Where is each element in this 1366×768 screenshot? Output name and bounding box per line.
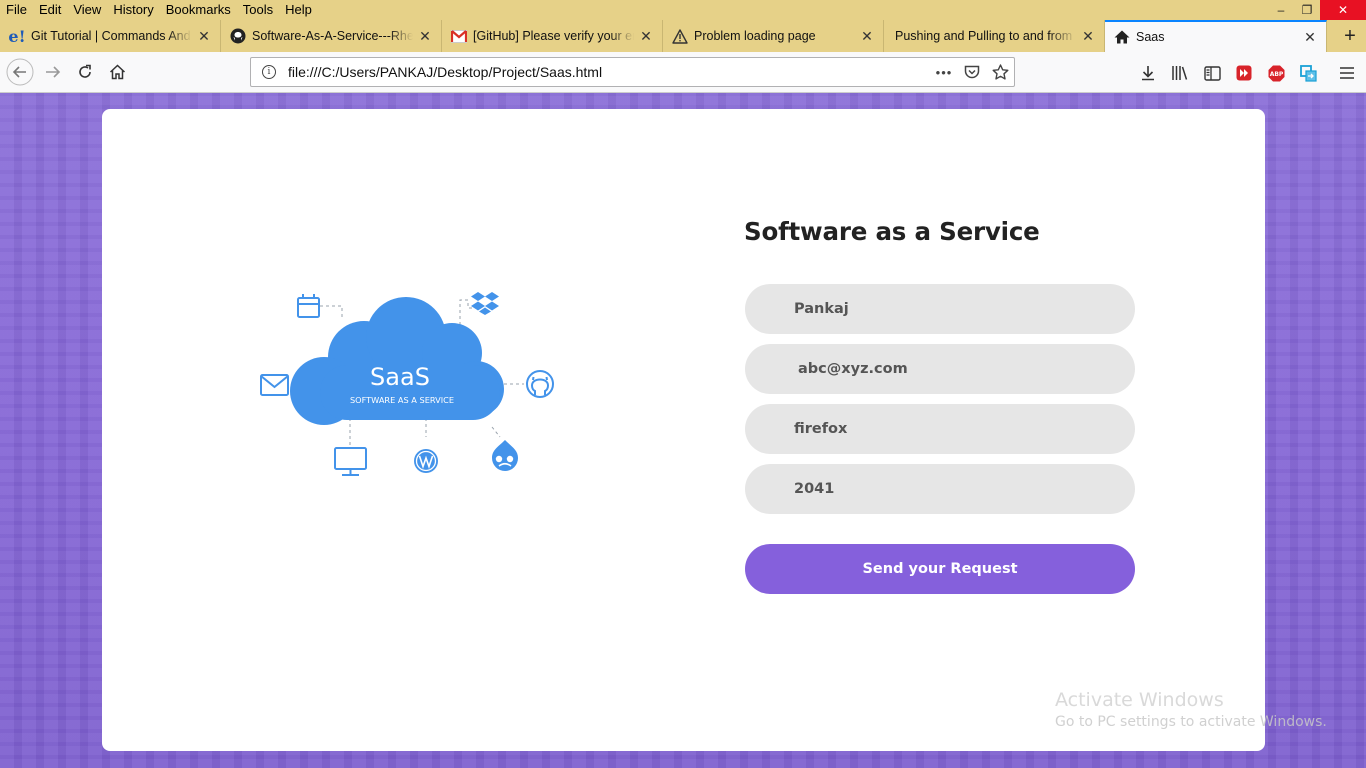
home-icon (109, 64, 125, 80)
tab-close-icon[interactable]: ✕ (196, 28, 212, 45)
cloud-shape (290, 297, 504, 425)
adblock-plus-button[interactable]: ABP (1263, 60, 1289, 86)
github-icon (526, 370, 554, 398)
edureka-icon: e! (8, 26, 26, 46)
send-request-button[interactable]: Send your Request (745, 544, 1135, 594)
video-extension-icon (1236, 65, 1252, 81)
github-icon (230, 28, 246, 44)
port-field[interactable] (745, 464, 1135, 514)
cloud-subtitle: SOFTWARE AS A SERVICE (350, 395, 454, 405)
adblock-plus-icon: ABP (1268, 65, 1284, 81)
tab-title: [GitHub] Please verify your email (473, 29, 634, 43)
home-button[interactable] (102, 58, 132, 86)
library-icon (1172, 66, 1188, 80)
menu-tools[interactable]: Tools (237, 0, 279, 20)
tab-close-icon[interactable]: ✕ (1302, 29, 1318, 46)
request-card: SaaS SOFTWARE AS A SERVICE Software as a… (102, 109, 1265, 751)
download-icon (1142, 66, 1154, 81)
tab-close-icon[interactable]: ✕ (638, 28, 654, 45)
bookmark-star-icon[interactable] (986, 64, 1014, 80)
gmail-icon (451, 28, 467, 44)
screenshot-extension-icon (1299, 64, 1317, 82)
window-controls: – ❐ ✕ (1268, 0, 1366, 20)
video-extension-button[interactable] (1231, 60, 1257, 86)
info-icon[interactable]: i (262, 65, 276, 79)
tab-github-repo[interactable]: Software-As-A-Service---Rhel7 ✕ (221, 20, 442, 52)
saas-cloud-illustration: SaaS SOFTWARE AS A SERVICE (260, 292, 554, 476)
tab-close-icon[interactable]: ✕ (417, 28, 433, 45)
activate-windows-watermark: Activate Windows Go to PC settings to ac… (1055, 689, 1327, 730)
new-tab-button[interactable]: + (1334, 20, 1366, 52)
watermark-title: Activate Windows (1055, 689, 1224, 711)
downloads-button[interactable] (1135, 60, 1161, 86)
sidebar-button[interactable] (1199, 60, 1225, 86)
forward-button[interactable] (38, 58, 68, 86)
tab-title: Git Tutorial | Commands And Operations (31, 29, 192, 43)
home-icon (1114, 29, 1130, 45)
tab-saas[interactable]: Saas ✕ (1105, 20, 1327, 52)
tab-strip: e! Git Tutorial | Commands And Operation… (0, 20, 1366, 52)
form-title: Software as a Service (744, 217, 1040, 246)
menu-bookmarks[interactable]: Bookmarks (160, 0, 237, 20)
warning-icon (672, 28, 688, 44)
desktop-icon (334, 447, 367, 476)
menu-file[interactable]: File (0, 0, 33, 20)
screenshot-extension-button[interactable] (1295, 60, 1321, 86)
menu-bar: File Edit View History Bookmarks Tools H… (0, 0, 1366, 20)
tab-problem-loading[interactable]: Problem loading page ✕ (663, 20, 884, 52)
menu-history[interactable]: History (107, 0, 159, 20)
tab-title: Problem loading page (694, 29, 816, 43)
navigation-bar: i file:///C:/Users/PANKAJ/Desktop/Projec… (0, 52, 1366, 93)
open-menu-button[interactable] (1334, 60, 1360, 86)
menu-edit[interactable]: Edit (33, 0, 67, 20)
tab-close-icon[interactable]: ✕ (859, 28, 875, 45)
url-bar[interactable]: i file:///C:/Users/PANKAJ/Desktop/Projec… (250, 57, 1015, 87)
dropbox-icon (471, 292, 499, 315)
pocket-icon[interactable] (958, 65, 986, 80)
tab-docker[interactable]: Pushing and Pulling to and from Docker ✕ (884, 20, 1105, 52)
page-content: SaaS SOFTWARE AS A SERVICE Software as a… (0, 93, 1366, 768)
calendar-icon (297, 294, 320, 318)
tab-gmail[interactable]: [GitHub] Please verify your email ✕ (442, 20, 663, 52)
tab-title: Software-As-A-Service---Rhel7 (252, 29, 413, 43)
cloud-title: SaaS (370, 363, 430, 391)
drupal-icon (492, 440, 518, 471)
close-window-button[interactable]: ✕ (1320, 0, 1366, 20)
svg-text:ABP: ABP (1269, 71, 1283, 78)
restore-button[interactable]: ❐ (1294, 0, 1320, 20)
url-text[interactable]: file:///C:/Users/PANKAJ/Desktop/Project/… (288, 64, 930, 80)
tab-git-tutorial[interactable]: e! Git Tutorial | Commands And Operation… (0, 20, 221, 52)
browser-field[interactable] (745, 404, 1135, 454)
reload-button[interactable] (70, 58, 100, 86)
menu-help[interactable]: Help (279, 0, 318, 20)
minimize-button[interactable]: – (1268, 0, 1294, 20)
sidebar-icon (1203, 65, 1221, 81)
watermark-subtitle: Go to PC settings to activate Windows. (1055, 714, 1327, 730)
reload-icon (79, 64, 91, 78)
forward-arrow-icon (46, 66, 61, 78)
tab-close-icon[interactable]: ✕ (1080, 28, 1096, 45)
tab-title: Pushing and Pulling to and from Docker (895, 29, 1076, 43)
menu-view[interactable]: View (67, 0, 107, 20)
page-actions-icon[interactable]: ••• (930, 65, 958, 80)
back-button[interactable] (5, 58, 35, 86)
wordpress-icon (414, 449, 438, 473)
mail-icon (260, 374, 289, 396)
tab-title: Saas (1136, 30, 1165, 44)
name-field[interactable] (745, 284, 1135, 334)
email-field[interactable] (745, 344, 1135, 394)
library-button[interactable] (1167, 60, 1193, 86)
back-arrow-icon (6, 58, 34, 86)
hamburger-menu-icon (1340, 67, 1354, 79)
